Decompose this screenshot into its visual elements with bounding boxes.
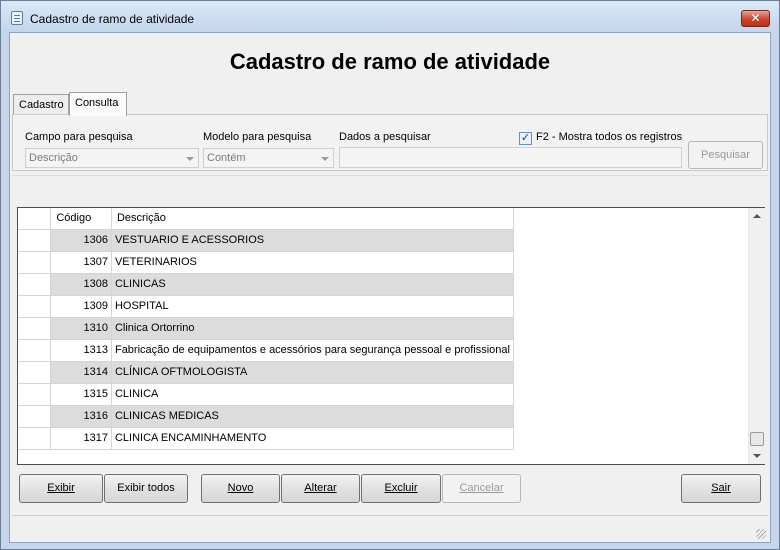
table-row[interactable]: 1306 VESTUARIO E ACESSORIOS [18,229,515,252]
table-header-row: Código Descrição [18,208,515,230]
tab-consulta[interactable]: Consulta [69,92,127,116]
cell-codigo: 1306 [50,229,112,252]
exibir-todos-button[interactable]: Exibir todos [104,474,188,503]
cell-codigo: 1315 [50,383,112,406]
sair-label: Sair [711,482,731,494]
resize-grip-icon[interactable] [756,529,766,539]
cancelar-button[interactable]: Cancelar [442,474,521,503]
row-indicator [18,339,52,362]
table-row[interactable]: 1308 CLINICAS [18,273,515,296]
modelo-value: Contém [207,152,246,164]
scroll-up-icon[interactable] [753,214,761,218]
cell-descricao: CLINICA [111,383,515,406]
campo-label: Campo para pesquisa [25,131,133,143]
cancelar-label: Cancelar [459,482,504,494]
exibir-label: Exibir [47,482,75,494]
title-bar[interactable]: Cadastro de ramo de atividade ✕ [1,1,779,33]
row-indicator [18,361,52,384]
close-button[interactable]: ✕ [741,10,770,27]
status-bar [12,515,768,541]
separator [12,175,768,205]
cell-descricao: CLINICAS [111,273,515,296]
cell-descricao: VETERINARIOS [111,251,515,274]
scroll-thumb[interactable] [750,432,764,446]
excluir-button[interactable]: Excluir [361,474,441,503]
results-table: Código Descrição 1306 VESTUARIO E ACESSO… [18,208,515,450]
cell-descricao: CLINICAS MEDICAS [111,405,515,428]
cell-codigo: 1316 [50,405,112,428]
row-indicator [18,251,52,274]
table-row[interactable]: 1316 CLINICAS MEDICAS [18,405,515,428]
consulta-panel: Campo para pesquisa Descrição Modelo par… [12,114,768,171]
row-indicator [18,383,52,406]
row-indicator [18,317,52,340]
cell-codigo: 1310 [50,317,112,340]
sair-button[interactable]: Sair [681,474,761,503]
row-indicator [18,427,52,450]
column-header-codigo[interactable]: Código [50,208,112,230]
cell-descricao: CLINICA ENCAMINHAMENTO [111,427,515,450]
cell-descricao: Fabricação de equipamentos e acessórios … [111,339,515,362]
row-indicator [18,295,52,318]
novo-button[interactable]: Novo [201,474,280,503]
column-header-descricao[interactable]: Descrição [111,208,515,230]
row-indicator [18,405,52,428]
table-row[interactable]: 1317 CLINICA ENCAMINHAMENTO [18,427,515,450]
cell-codigo: 1313 [50,339,112,362]
cell-descricao: VESTUARIO E ACESSORIOS [111,229,515,252]
exibir-button[interactable]: Exibir [19,474,103,503]
table-row[interactable]: 1313 Fabricação de equipamentos e acessó… [18,339,515,362]
table-row[interactable]: 1309 HOSPITAL [18,295,515,318]
mostra-todos-label: F2 - Mostra todos os registros [536,131,683,143]
app-icon [11,11,23,25]
window-title: Cadastro de ramo de atividade [30,12,195,26]
dados-label: Dados a pesquisar [339,131,431,143]
modelo-label: Modelo para pesquisa [203,131,312,143]
cell-descricao: Clinica Ortorrino [111,317,515,340]
page-title: Cadastro de ramo de atividade [229,49,551,74]
campo-value: Descrição [29,152,78,164]
cell-descricao: HOSPITAL [111,295,515,318]
row-indicator [18,273,52,296]
close-icon: ✕ [750,11,761,25]
table-row[interactable]: 1315 CLINICA [18,383,515,406]
app-window: Cadastro de ramo de atividade ✕ Cadastro… [0,0,780,550]
campo-select[interactable]: Descrição [25,148,199,168]
tab-cadastro[interactable]: Cadastro [13,94,69,115]
cell-descricao: CLÍNICA OFTMOLOGISTA [111,361,515,384]
dados-input[interactable] [339,147,682,168]
cell-codigo: 1307 [50,251,112,274]
alterar-label: Alterar [304,482,337,494]
chevron-down-icon [186,157,194,161]
cell-codigo: 1309 [50,295,112,318]
alterar-button[interactable]: Alterar [281,474,360,503]
table-row[interactable]: 1314 CLÍNICA OFTMOLOGISTA [18,361,515,384]
table-row[interactable]: 1307 VETERINARIOS [18,251,515,274]
excluir-label: Excluir [384,482,418,494]
cell-codigo: 1314 [50,361,112,384]
table-row[interactable]: 1310 Clinica Ortorrino [18,317,515,340]
chevron-down-icon [321,157,329,161]
cell-codigo: 1317 [50,427,112,450]
results-grid[interactable]: Código Descrição 1306 VESTUARIO E ACESSO… [17,207,765,465]
row-indicator-header [18,208,52,230]
pesquisar-button[interactable]: Pesquisar [688,141,763,169]
scroll-down-icon[interactable] [753,454,761,458]
client-area: Cadastro de ramo de atividade Cadastro C… [9,32,771,543]
row-indicator [18,229,52,252]
novo-label: Novo [227,482,254,494]
cell-codigo: 1308 [50,273,112,296]
vertical-scrollbar[interactable] [748,208,765,464]
mostra-todos-checkbox[interactable]: ✓ [519,132,532,145]
modelo-select[interactable]: Contém [203,148,334,168]
